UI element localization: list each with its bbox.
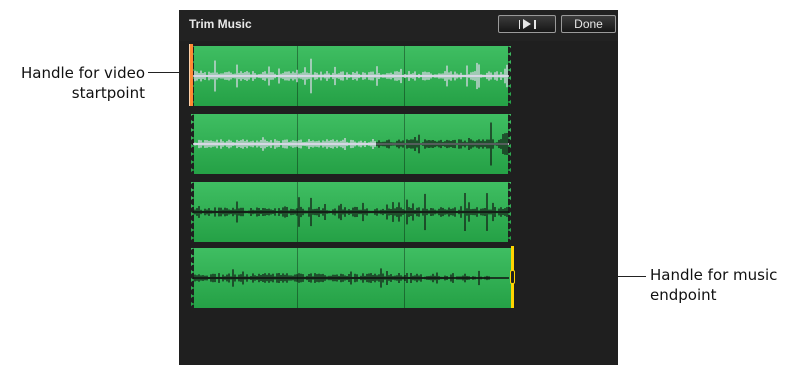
- window-title: Trim Music: [189, 17, 252, 31]
- waveform-row-4: [193, 268, 509, 288]
- music-endpoint-grip[interactable]: [510, 270, 515, 284]
- callout-music-endpoint: Handle for music endpoint: [650, 266, 778, 304]
- music-track-row-3[interactable]: [188, 182, 514, 242]
- video-startpoint-handle[interactable]: [189, 44, 193, 106]
- music-track-row-2[interactable]: [188, 114, 514, 174]
- waveform-row-3: [193, 193, 509, 231]
- play-selection-icon: [518, 16, 536, 32]
- music-track-row-4[interactable]: [188, 248, 511, 308]
- trim-music-window: Trim Music Done: [179, 10, 618, 365]
- play-selection-button[interactable]: [498, 15, 556, 33]
- waveform-row-1: [193, 58, 509, 94]
- music-track-row-1[interactable]: [188, 46, 514, 106]
- waveform-row-2: [193, 122, 509, 166]
- titlebar: Trim Music Done: [179, 10, 618, 41]
- callout-video-startpoint: Handle for video startpoint: [20, 64, 145, 102]
- done-button[interactable]: Done: [561, 15, 616, 33]
